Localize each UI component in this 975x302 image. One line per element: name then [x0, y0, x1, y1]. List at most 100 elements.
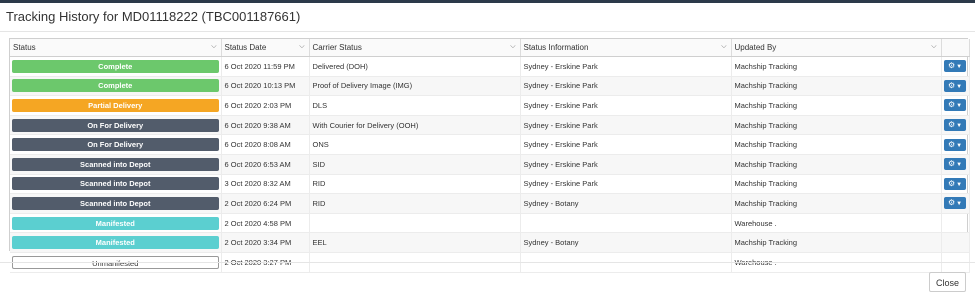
carrier-status-cell: RID [309, 174, 521, 195]
table-row: On For Delivery 6 Oct 2020 8:08 AM ONS Sydn… [10, 134, 970, 155]
carrier-status-cell: ONS [309, 134, 521, 155]
status-information-cell [520, 213, 732, 234]
column-header-carrier-status[interactable]: Carrier Status ⌵ [309, 39, 521, 57]
table-row: Scanned into Depot 2 Oct 2020 6:24 PM RID S… [10, 193, 970, 214]
row-actions-button[interactable]: ⚙▼ [944, 197, 966, 210]
status-cell: Scanned into Depot [10, 174, 222, 195]
status-cell: Scanned into Depot [10, 154, 222, 175]
chevron-down-icon[interactable]: ⌵ [299, 43, 304, 51]
updated-by-cell: Machship Tracking [731, 134, 942, 155]
carrier-status-cell: EEL [309, 232, 521, 253]
close-button[interactable]: Close [929, 272, 966, 292]
status-badge: Partial Delivery [12, 98, 219, 112]
status-badge: Scanned into Depot [12, 177, 219, 191]
status-cell: On For Delivery [10, 134, 222, 155]
gear-icon: ⚙ [947, 178, 956, 188]
top-accent-bar [0, 0, 975, 3]
status-date-cell: 6 Oct 2020 9:38 AM [221, 115, 310, 136]
tracking-table: Status ⌵ Status Date ⌵ Carrier Status ⌵ Sta… [10, 39, 970, 273]
chevron-down-icon[interactable]: ⌵ [931, 43, 936, 51]
row-actions-button[interactable]: ⚙▼ [944, 99, 966, 112]
status-cell: Manifested [10, 213, 222, 234]
gear-icon: ⚙ [947, 139, 956, 149]
updated-by-cell: Machship Tracking [731, 154, 942, 175]
status-date-cell: 6 Oct 2020 8:08 AM [221, 134, 310, 155]
updated-by-cell: Machship Tracking [731, 232, 942, 253]
modal-title: Tracking History for MD01118222 (TBC0011… [6, 9, 301, 24]
footer-divider [0, 262, 975, 263]
status-cell: On For Delivery [10, 115, 222, 136]
status-date-cell: 2 Oct 2020 3:34 PM [221, 232, 310, 253]
gear-icon: ⚙ [947, 100, 956, 110]
action-cell: ⚙▼ [941, 193, 970, 214]
row-actions-button[interactable]: ⚙▼ [944, 119, 966, 132]
chevron-down-icon: ▼ [956, 181, 963, 188]
status-badge: Scanned into Depot [12, 157, 219, 171]
status-badge: Manifested [12, 236, 219, 250]
status-date-cell: 6 Oct 2020 11:59 PM [221, 56, 310, 77]
column-header-actions [941, 39, 970, 57]
action-cell: ⚙▼ [941, 95, 970, 116]
table-row: On For Delivery 6 Oct 2020 9:38 AM With Co… [10, 115, 970, 136]
action-cell: ⚙▼ [941, 56, 970, 77]
chevron-down-icon[interactable]: ⌵ [721, 43, 726, 51]
status-information-cell: Sydney - Botany [520, 193, 732, 214]
chevron-down-icon: ▼ [956, 64, 963, 71]
status-date-cell: 6 Oct 2020 10:13 PM [221, 76, 310, 97]
table-row: Partial Delivery 6 Oct 2020 2:03 PM DLS Syd… [10, 95, 970, 116]
status-date-cell: 2 Oct 2020 4:58 PM [221, 213, 310, 234]
carrier-status-cell: DLS [309, 95, 521, 116]
gear-icon: ⚙ [947, 120, 956, 130]
chevron-down-icon: ▼ [956, 83, 963, 90]
status-badge: Scanned into Depot [12, 196, 219, 210]
status-information-cell: Sydney - Erskine Park [520, 154, 732, 175]
updated-by-cell: Machship Tracking [731, 193, 942, 214]
status-date-cell: 6 Oct 2020 2:03 PM [221, 95, 310, 116]
status-badge: On For Delivery [12, 118, 219, 132]
row-actions-button[interactable]: ⚙▼ [944, 158, 966, 171]
updated-by-cell: Machship Tracking [731, 174, 942, 195]
status-badge: Complete [12, 79, 219, 93]
chevron-down-icon: ▼ [956, 201, 963, 208]
table-row: Complete 6 Oct 2020 11:59 PM Delivered (DO… [10, 56, 970, 77]
status-information-cell: Sydney - Erskine Park [520, 56, 732, 77]
carrier-status-cell: With Courier for Delivery (OOH) [309, 115, 521, 136]
chevron-down-icon: ▼ [956, 162, 963, 169]
chevron-down-icon[interactable]: ⌵ [510, 43, 515, 51]
gear-icon: ⚙ [947, 159, 956, 169]
table-row: Scanned into Depot 6 Oct 2020 6:53 AM SID S… [10, 154, 970, 175]
status-date-cell: 2 Oct 2020 6:24 PM [221, 193, 310, 214]
row-actions-button[interactable]: ⚙▼ [944, 60, 966, 73]
action-cell: ⚙▼ [941, 134, 970, 155]
column-header-status[interactable]: Status ⌵ [10, 39, 222, 57]
updated-by-cell: Machship Tracking [731, 76, 942, 97]
gear-icon: ⚙ [947, 61, 956, 71]
table-body: Complete 6 Oct 2020 11:59 PM Delivered (DO… [10, 56, 970, 273]
status-information-cell: Sydney - Erskine Park [520, 174, 732, 195]
status-information-cell: Sydney - Botany [520, 232, 732, 253]
table-row: Manifested 2 Oct 2020 4:58 PM Warehouse . [10, 213, 970, 234]
carrier-status-cell: Delivered (DOH) [309, 56, 521, 77]
chevron-down-icon: ▼ [956, 103, 963, 110]
updated-by-cell: Warehouse . [731, 213, 942, 234]
status-badge: Complete [12, 59, 219, 73]
status-information-cell: Sydney - Erskine Park [520, 134, 732, 155]
row-actions-button[interactable]: ⚙▼ [944, 79, 966, 92]
chevron-down-icon: ▼ [956, 142, 963, 149]
action-cell [941, 213, 970, 234]
row-actions-button[interactable]: ⚙▼ [944, 177, 966, 190]
status-information-cell: Sydney - Erskine Park [520, 95, 732, 116]
table-row: Scanned into Depot 3 Oct 2020 8:32 AM RID S… [10, 174, 970, 195]
column-header-status-date[interactable]: Status Date ⌵ [221, 39, 310, 57]
carrier-status-cell [309, 213, 521, 234]
row-actions-button[interactable]: ⚙▼ [944, 138, 966, 151]
column-header-status-information[interactable]: Status Information ⌵ [520, 39, 732, 57]
status-cell: Complete [10, 56, 222, 77]
status-date-cell: 6 Oct 2020 6:53 AM [221, 154, 310, 175]
column-header-updated-by[interactable]: Updated By ⌵ [731, 39, 942, 57]
status-badge: Manifested [12, 216, 219, 230]
status-cell: Scanned into Depot [10, 193, 222, 214]
gear-icon: ⚙ [947, 80, 956, 90]
table-row: Manifested 2 Oct 2020 3:34 PM EEL Sydney - … [10, 232, 970, 253]
chevron-down-icon[interactable]: ⌵ [211, 43, 216, 51]
